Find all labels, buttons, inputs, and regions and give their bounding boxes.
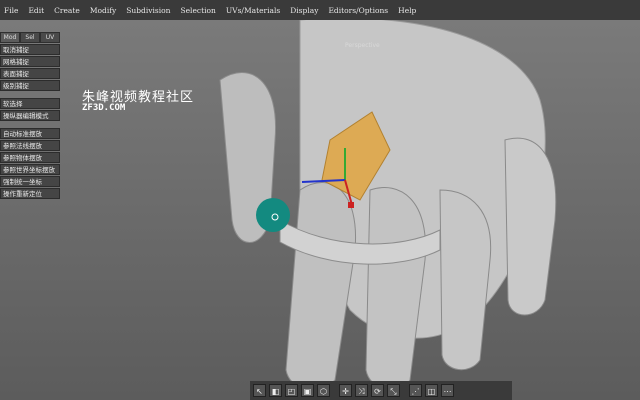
panel-button[interactable]: 级别捕捉 [0, 80, 60, 91]
panel-button[interactable]: 自动标准摆放 [0, 128, 60, 139]
panel-button[interactable]: 表面捕捉 [0, 68, 60, 79]
panel-button[interactable]: 取消捕捉 [0, 44, 60, 55]
menu-uvs-materials[interactable]: UVs/Materials [226, 6, 280, 15]
viewport-label: Perspective [345, 42, 380, 49]
tab-sel[interactable]: Sel [20, 32, 40, 43]
scale-tool-icon[interactable]: ⤨ [355, 384, 368, 397]
tab-mod[interactable]: Mod [0, 32, 20, 43]
select-tool-icon[interactable]: ↖ [253, 384, 266, 397]
menu-file[interactable]: File [4, 6, 18, 15]
frame-tool-icon[interactable]: ◫ [425, 384, 438, 397]
snap-tool-icon[interactable]: ⋰ [409, 384, 422, 397]
panel-button[interactable]: 操作重新定位 [0, 188, 60, 199]
edge-tool-icon[interactable]: ◰ [285, 384, 298, 397]
tab-uv[interactable]: UV [40, 32, 60, 43]
panel-tabs: Mod Sel UV [0, 32, 60, 43]
poly-tool-icon[interactable]: ⬡ [317, 384, 330, 397]
watermark-site: ZF3D.COM [82, 103, 126, 113]
panel-button[interactable]: 参照世界坐标摆放 [0, 164, 60, 175]
menu-create[interactable]: Create [54, 6, 80, 15]
menu-selection[interactable]: Selection [180, 6, 215, 15]
bottom-toolbar: ↖ ◧ ◰ ▣ ⬡ ✛ ⤨ ⟳ ⤡ ⋰ ◫ ⋯ [250, 381, 512, 400]
panel-button[interactable]: 软选择 [0, 98, 60, 109]
scene-canvas [219, 20, 557, 390]
panel-button[interactable]: 强制统一坐标 [0, 176, 60, 187]
panel-button[interactable]: 参照法线摆放 [0, 140, 60, 151]
modeling-panel: Mod Sel UV 取消捕捉 网格捕捉 表面捕捉 级别捕捉软选择 操纵器编辑模式 自动标准摆… [0, 32, 60, 199]
panel-button[interactable]: 网格捕捉 [0, 56, 60, 67]
panel-buttons: 取消捕捉 网格捕捉 表面捕捉 级别捕捉软选择 操纵器编辑模式 自动标准摆放 参照法线摆放 参照… [0, 44, 60, 199]
menu-bar: File Edit Create Modify Subdivision Selection… [0, 0, 640, 20]
menu-display[interactable]: Display [290, 6, 318, 15]
menu-subdivision[interactable]: Subdivision [126, 6, 170, 15]
face-tool-icon[interactable]: ◧ [269, 384, 282, 397]
menu-editors-options[interactable]: Editors/Options [328, 6, 388, 15]
menu-help[interactable]: Help [398, 6, 416, 15]
panel-button[interactable]: 操纵器编辑模式 [0, 110, 60, 121]
panel-button[interactable]: 参照物体摆放 [0, 152, 60, 163]
menu-edit[interactable]: Edit [28, 6, 44, 15]
rotate-tool-icon[interactable]: ⟳ [371, 384, 384, 397]
more-tool-icon[interactable]: ⋯ [441, 384, 454, 397]
menu-modify[interactable]: Modify [90, 6, 116, 15]
transform-tool-icon[interactable]: ⤡ [387, 384, 400, 397]
perspective-viewport[interactable]: Perspective 朱峰视频教程社区 ZF3D.COM [0, 20, 640, 400]
cube-tool-icon[interactable]: ▣ [301, 384, 314, 397]
move-tool-icon[interactable]: ✛ [339, 384, 352, 397]
